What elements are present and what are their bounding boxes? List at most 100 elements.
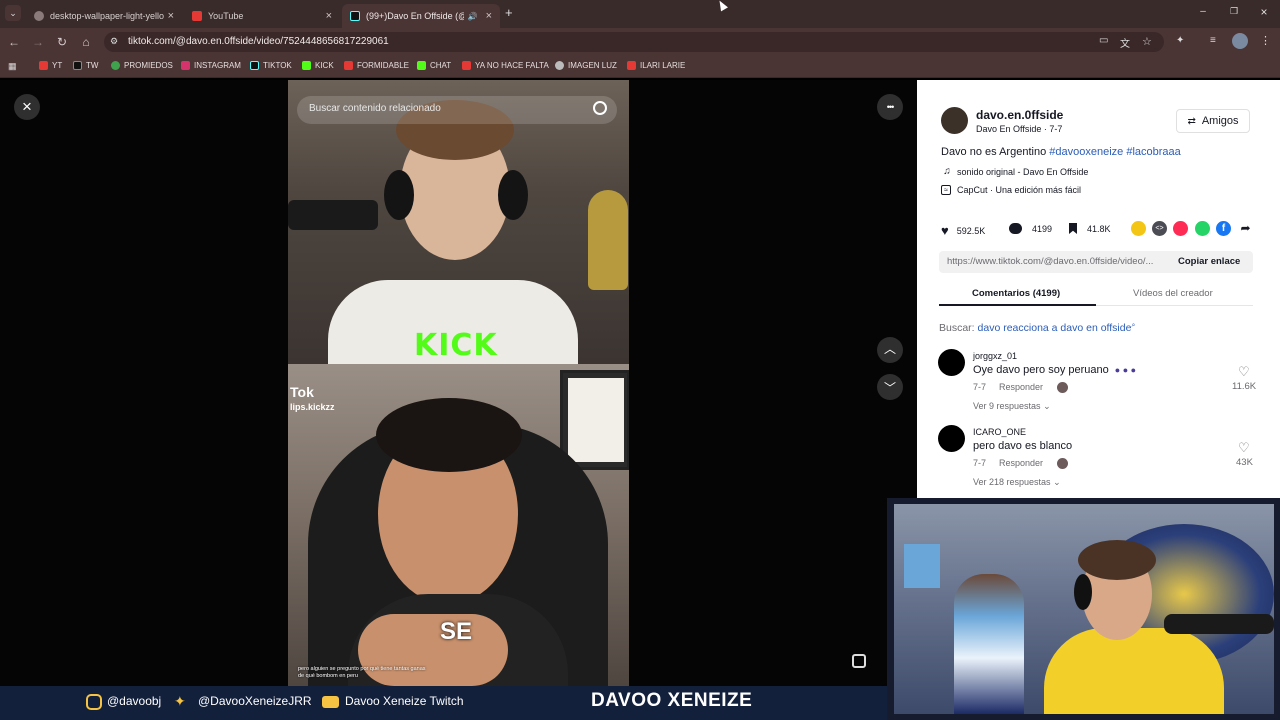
reply-button[interactable]: Responder <box>999 382 1043 392</box>
forward-icon[interactable]: → <box>30 34 46 50</box>
close-video-button[interactable]: × <box>14 94 40 120</box>
home-icon[interactable]: ⌂ <box>78 34 94 50</box>
close-tab-icon[interactable]: × <box>326 10 332 22</box>
search-icon[interactable] <box>593 101 607 115</box>
swap-icon: ⇄ <box>1187 115 1196 127</box>
comment-avatar[interactable] <box>938 349 965 376</box>
poster-player <box>954 574 1024 714</box>
close-window-button[interactable]: × <box>1258 5 1270 19</box>
minimize-button[interactable]: – <box>1197 6 1209 18</box>
reply-button[interactable]: Responder <box>999 458 1043 468</box>
more-options-button[interactable]: ••• <box>877 94 903 120</box>
view-replies-label: Ver 9 respuestas <box>973 401 1041 411</box>
comment-icon <box>1009 223 1022 234</box>
youtube-icon <box>344 61 353 70</box>
view-replies[interactable]: Ver 218 respuestas ⌄ <box>973 477 1061 488</box>
tab-search-button[interactable]: ⌄ <box>5 5 21 21</box>
comment-text: Oye davo pero soy peruano <box>973 364 1109 376</box>
speaker-icon[interactable]: 🔊 <box>468 12 478 21</box>
hashtag-link[interactable]: #davooxeneize <box>1049 146 1123 158</box>
comment-text-row: Oye davo pero soy peruano ● ● ● <box>973 364 1136 376</box>
comment-avatar[interactable] <box>938 425 965 452</box>
bookmark-instagram[interactable]: INSTAGRAM <box>181 61 241 70</box>
previous-video-button[interactable]: ︿ <box>877 337 903 363</box>
view-replies[interactable]: Ver 9 respuestas ⌄ <box>973 401 1051 412</box>
bookmark-tiktok[interactable]: TIKTOK <box>250 61 292 70</box>
comment-user[interactable]: jorggxz_01 <box>973 351 1017 361</box>
profile-avatar[interactable] <box>1232 33 1248 49</box>
comment-like-icon[interactable]: ♡ <box>1238 440 1250 456</box>
restore-button[interactable]: ❐ <box>1228 6 1240 18</box>
bookmark-icon <box>1069 223 1077 234</box>
bookmark-chat[interactable]: CHAT <box>417 61 451 70</box>
new-tab-button[interactable]: + <box>505 5 519 21</box>
bookmark-ilari-larie[interactable]: ILARI LARIE <box>627 61 685 70</box>
bookmark-imagen-luz[interactable]: IMAGEN LUZ <box>555 61 617 70</box>
back-icon[interactable]: ← <box>6 34 22 50</box>
creator-liked-icon <box>1057 458 1068 469</box>
save-video-icon[interactable] <box>852 654 866 668</box>
search-suggestion-link[interactable]: davo reacciona a davo en offside <box>978 322 1132 334</box>
mic-arm <box>1164 614 1274 634</box>
facebook-icon[interactable]: f <box>1216 221 1231 236</box>
close-tab-icon[interactable]: × <box>486 10 492 22</box>
site-info-icon[interactable]: ⚙ <box>110 36 120 48</box>
bookmark-promiedos[interactable]: PROMIEDOS <box>111 61 173 70</box>
bookmark-kick[interactable]: KICK <box>302 61 334 70</box>
reload-icon[interactable]: ↻ <box>54 34 70 50</box>
instagram-icon <box>86 694 102 710</box>
extensions-icon[interactable]: ✦ <box>1176 35 1188 47</box>
comment-user[interactable]: ICARO_ONE <box>973 427 1026 437</box>
comment-button[interactable]: 4199 <box>1009 223 1052 234</box>
friends-button[interactable]: ⇄ Amigos <box>1176 109 1250 133</box>
send-icon[interactable] <box>1173 221 1188 236</box>
bookmark-label: YT <box>52 61 63 70</box>
translate-icon[interactable]: 文 <box>1120 35 1132 50</box>
capcut-row[interactable]: ≈ CapCut · Una edición más fácil <box>941 185 1081 195</box>
hashtag-link[interactable]: #lacobraaa <box>1126 146 1180 158</box>
close-tab-icon[interactable]: × <box>168 10 174 22</box>
bookmark-star-icon[interactable]: ☆ <box>1142 35 1154 48</box>
reading-list-icon[interactable]: ≡ <box>1210 35 1222 47</box>
tab-youtube[interactable]: YouTube × <box>184 4 340 28</box>
cast-icon[interactable]: ▭ <box>1099 35 1111 47</box>
related-search-input[interactable]: Buscar contenido relacionado <box>309 103 441 114</box>
tab-wallpaper[interactable]: desktop-wallpaper-light-yellow × <box>26 4 182 28</box>
repost-icon[interactable] <box>1131 221 1146 236</box>
bookmark-yt[interactable]: YT <box>39 61 62 70</box>
like-button[interactable]: ♥ 592.5K <box>941 223 985 238</box>
tiktok-icon <box>350 11 360 21</box>
creator-username[interactable]: davo.en.0ffside <box>976 108 1063 122</box>
bookmark-tw[interactable]: TW <box>73 61 98 70</box>
url-text[interactable]: tiktok.com/@davo.en.0ffside/video/752444… <box>128 36 389 47</box>
headphone-left <box>384 170 414 220</box>
copy-link-button[interactable]: Copiar enlace <box>1178 256 1240 267</box>
creator-avatar[interactable] <box>941 107 968 134</box>
apps-icon[interactable]: ▦ <box>8 61 18 71</box>
comment-like-count: 43K <box>1236 457 1253 468</box>
tab-comments[interactable]: Comentarios (4199) <box>972 288 1060 299</box>
bookmark-label: ILARI LARIE <box>640 61 686 70</box>
sound-row[interactable]: ♫ sonido original - Davo En Offside <box>941 166 1088 178</box>
share-url[interactable]: https://www.tiktok.com/@davo.en.0ffside/… <box>947 256 1167 267</box>
youtube-icon <box>322 696 339 708</box>
bookmark-ya-no-hace-falta[interactable]: YA NO HACE FALTA <box>462 61 549 70</box>
share-arrow-icon[interactable]: ➦ <box>1238 221 1253 236</box>
bookmark-label: PROMIEDOS <box>124 61 173 70</box>
headphone-right <box>498 170 528 220</box>
twitch-label: Davoo Xeneize Twitch <box>345 694 464 708</box>
comment-date: 7-7 <box>973 382 987 392</box>
whatsapp-icon[interactable] <box>1195 221 1210 236</box>
youtube-icon <box>462 61 471 70</box>
tab-creator-videos[interactable]: Vídeos del creador <box>1133 288 1213 299</box>
next-video-button[interactable]: ﹀ <box>877 374 903 400</box>
comment-count: 4199 <box>1032 223 1053 234</box>
embed-icon[interactable]: <> <box>1152 221 1167 236</box>
comment-like-icon[interactable]: ♡ <box>1238 364 1250 380</box>
bookmark-formidable[interactable]: FORMIDABLE <box>344 61 409 70</box>
menu-icon[interactable]: ⋮ <box>1260 34 1271 48</box>
save-button[interactable]: 41.8K <box>1069 223 1111 234</box>
tab-tiktok[interactable]: (99+)Davo En Offside (@da 🔊 × <box>342 4 500 28</box>
video-player[interactable]: KICK Tok lips.kickzz SE pero alguien se … <box>288 80 629 686</box>
search-suggestion[interactable]: Buscar: davo reacciona a davo en offside… <box>939 322 1135 334</box>
